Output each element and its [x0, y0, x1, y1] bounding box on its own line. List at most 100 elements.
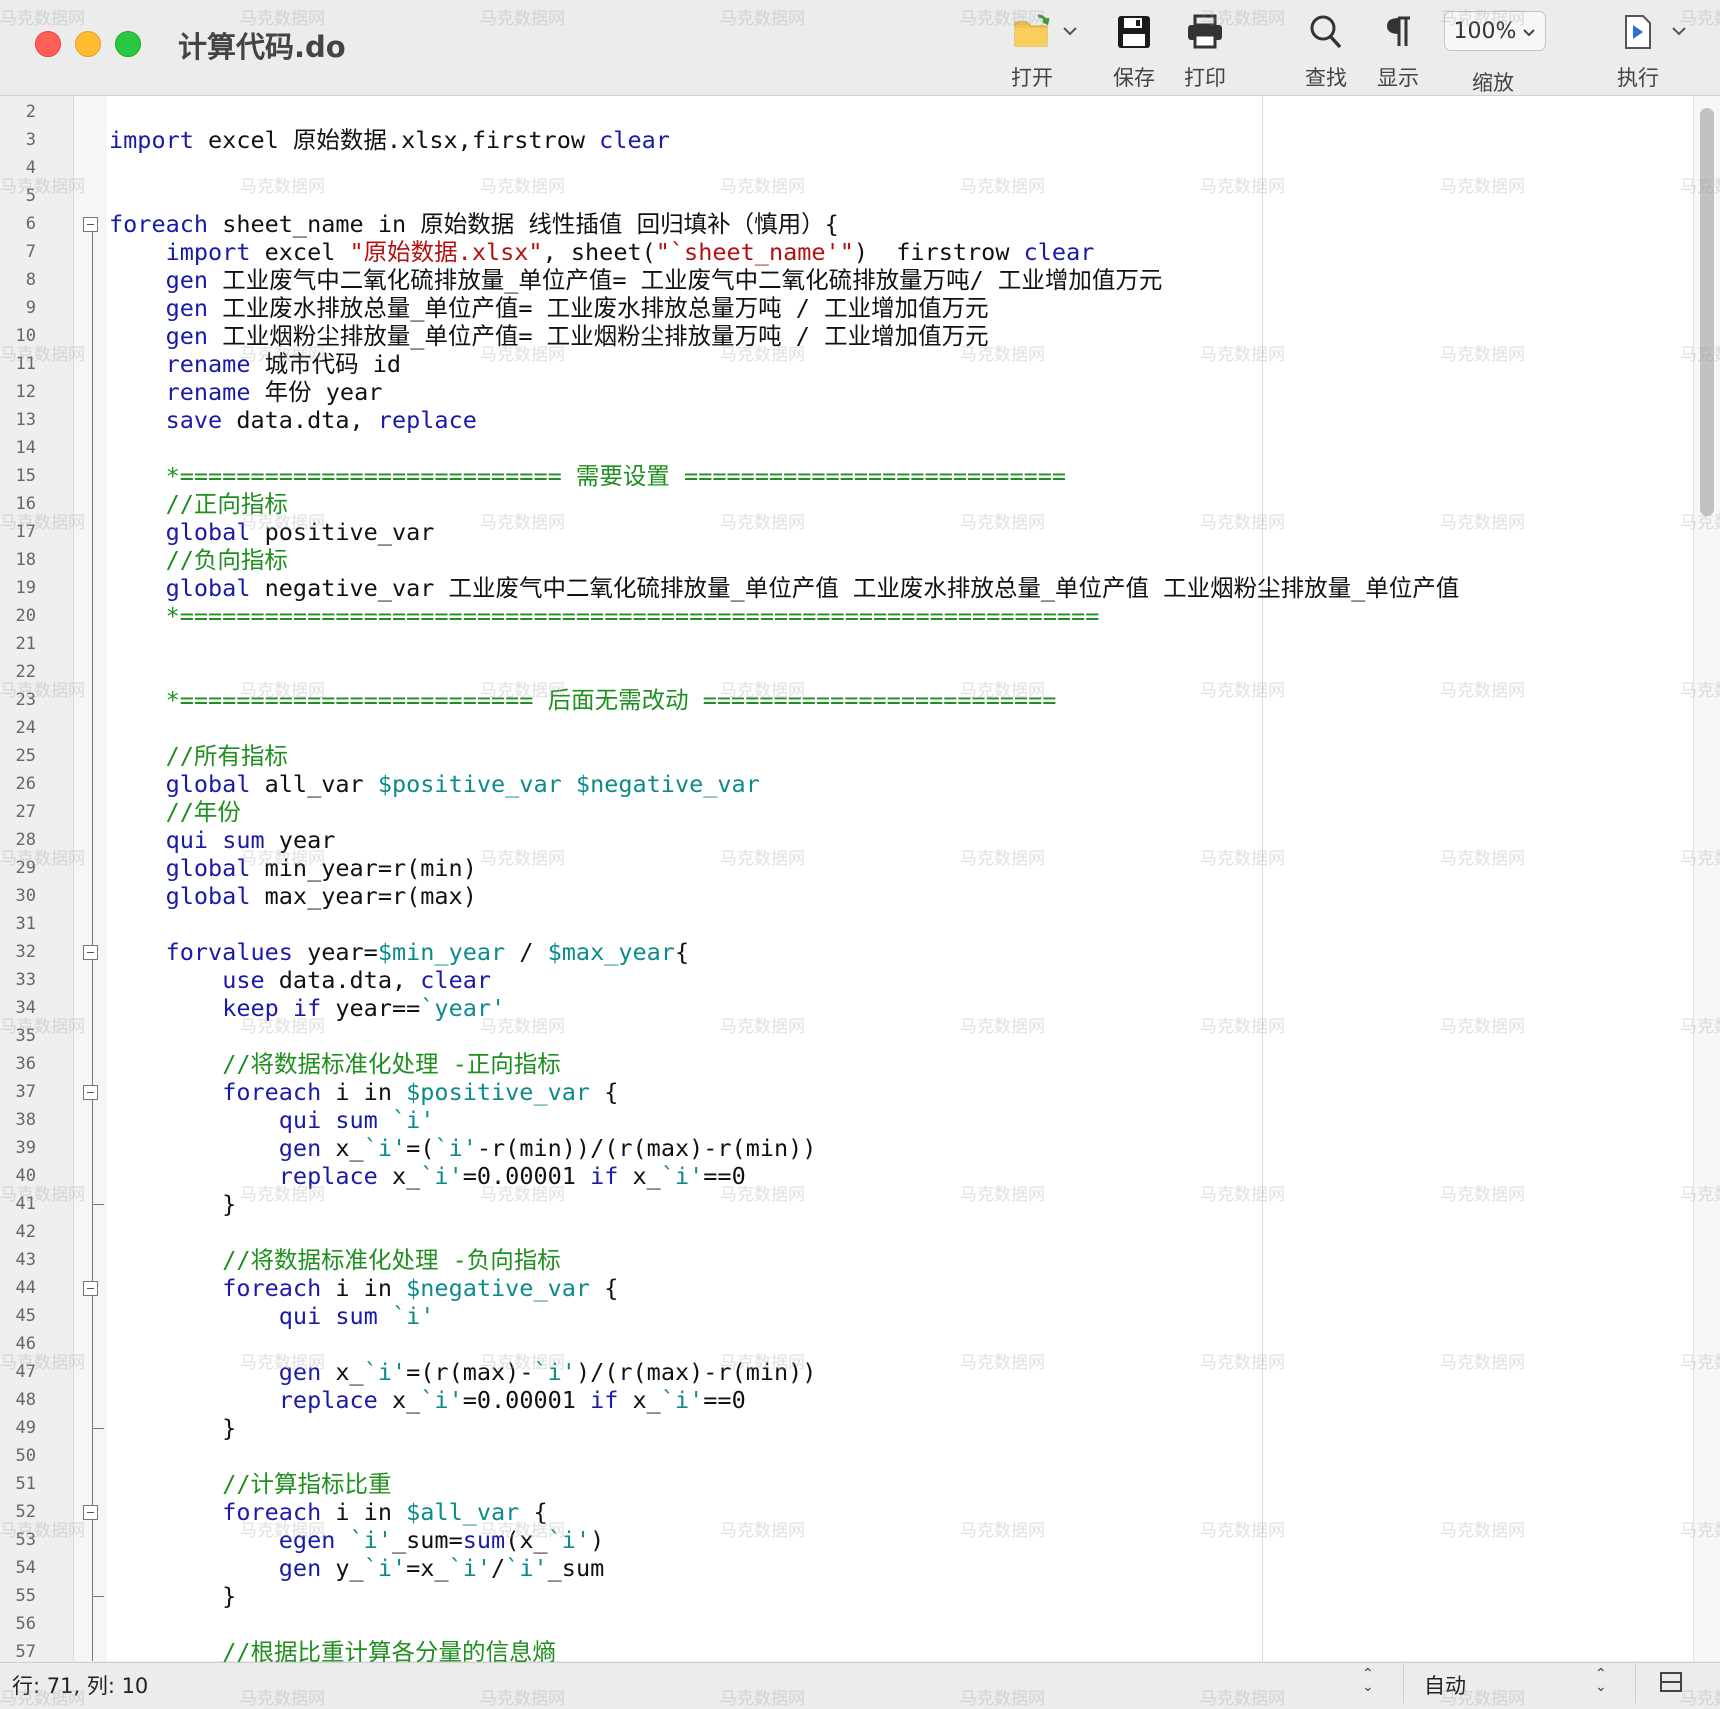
line-number: 44	[15, 1278, 36, 1298]
line-number: 51	[15, 1474, 36, 1494]
code-line[interactable]: //计算指标比重	[109, 1470, 391, 1498]
show-button[interactable]: 显示	[1358, 8, 1438, 92]
line-number: 10	[15, 326, 36, 346]
code-line[interactable]: save data.dta, replace	[109, 406, 477, 434]
status-bar: 行: 71, 列: 10 ⌃ ⌄ 自动 ⌃ ⌄	[0, 1662, 1720, 1703]
code-line[interactable]: //将数据标准化处理 -正向指标	[109, 1050, 561, 1078]
code-line[interactable]: global negative_var 工业废气中二氧化硫排放量_单位产值 工业…	[109, 574, 1460, 602]
line-number: 7	[25, 242, 36, 262]
code-line[interactable]: gen 工业烟粉尘排放量_单位产值= 工业烟粉尘排放量万吨 / 工业增加值万元	[109, 322, 989, 350]
line-number: 30	[15, 886, 36, 906]
code-line[interactable]: *=========================== 需要设置 ======…	[109, 462, 1066, 490]
line-number: 25	[15, 746, 36, 766]
vertical-scrollbar[interactable]	[1693, 96, 1720, 1661]
mode-up-down-arrows-icon[interactable]: ⌃ ⌄	[1595, 1667, 1607, 1694]
code-line[interactable]: //负向指标	[109, 546, 288, 574]
show-label: 显示	[1377, 66, 1419, 90]
line-number: 3	[25, 130, 36, 150]
fold-toggle-icon[interactable]	[83, 1281, 98, 1296]
code-line[interactable]: global min_year=r(min)	[109, 854, 477, 882]
code-line[interactable]: foreach sheet_name in 原始数据 线性插值 回归填补（慎用）…	[109, 210, 839, 238]
search-icon	[1286, 8, 1366, 56]
code-line[interactable]: gen 工业废水排放总量_单位产值= 工业废水排放总量万吨 / 工业增加值万元	[109, 294, 989, 322]
scrollbar-thumb[interactable]	[1700, 108, 1714, 516]
code-line[interactable]: foreach i in $all_var {	[109, 1498, 547, 1526]
line-number: 39	[15, 1138, 36, 1158]
fold-toggle-icon[interactable]	[83, 945, 98, 960]
code-line[interactable]: }	[109, 1190, 236, 1218]
code-line[interactable]: forvalues year=$min_year / $max_year{	[109, 938, 690, 966]
line-number: 26	[15, 774, 36, 794]
line-number: 31	[15, 914, 36, 934]
close-window-button[interactable]	[35, 31, 61, 57]
zoom-window-button[interactable]	[115, 31, 141, 57]
code-line[interactable]: foreach i in $negative_var {	[109, 1274, 618, 1302]
split-view-icon[interactable]	[1660, 1672, 1682, 1697]
fold-toggle-icon[interactable]	[83, 1085, 98, 1100]
save-disk-icon	[1094, 8, 1174, 56]
code-line[interactable]: gen x_`i'=(`i'-r(min))/(r(max)-r(min))	[109, 1134, 817, 1162]
code-line[interactable]: keep if year==`year'	[109, 994, 505, 1022]
code-line[interactable]: replace x_`i'=0.00001 if x_`i'==0	[109, 1162, 746, 1190]
code-line[interactable]: use data.dta, clear	[109, 966, 491, 994]
code-line[interactable]: //所有指标	[109, 742, 288, 770]
line-number: 48	[15, 1390, 36, 1410]
line-number: 20	[15, 606, 36, 626]
open-button[interactable]: 打开	[992, 8, 1072, 92]
find-button[interactable]: 查找	[1286, 8, 1366, 92]
line-number: 49	[15, 1418, 36, 1438]
open-dropdown-chevron-icon[interactable]	[1062, 22, 1078, 41]
printer-icon	[1165, 8, 1245, 56]
code-line[interactable]: gen x_`i'=(r(max)-`i')/(r(max)-r(min))	[109, 1358, 817, 1386]
print-button[interactable]: 打印	[1165, 8, 1245, 92]
execute-dropdown-chevron-icon[interactable]	[1671, 22, 1687, 41]
code-line[interactable]: gen 工业废气中二氧化硫排放量_单位产值= 工业废气中二氧化硫排放量万吨/ 工…	[109, 266, 1163, 294]
code-line[interactable]: global all_var $positive_var $negative_v…	[109, 770, 760, 798]
code-line[interactable]: import excel "原始数据.xlsx", sheet("`sheet_…	[109, 238, 1095, 266]
fold-toggle-icon[interactable]	[83, 1505, 98, 1520]
code-line[interactable]: qui sum `i'	[109, 1106, 435, 1134]
code-line[interactable]: gen y_`i'=x_`i'/`i'_sum	[109, 1554, 604, 1582]
zoom-select[interactable]: 100%	[1444, 11, 1546, 51]
code-line[interactable]: *========================= 后面无需改动 ======…	[109, 686, 1057, 714]
code-line[interactable]: foreach i in $positive_var {	[109, 1078, 618, 1106]
code-line[interactable]: *=======================================…	[109, 602, 1100, 630]
code-line[interactable]: qui sum `i'	[109, 1302, 435, 1330]
line-number: 34	[15, 998, 36, 1018]
code-line[interactable]: global max_year=r(max)	[109, 882, 477, 910]
code-line[interactable]: }	[109, 1582, 236, 1610]
code-line[interactable]: //将数据标准化处理 -负向指标	[109, 1246, 561, 1274]
code-line[interactable]: rename 城市代码 id	[109, 350, 401, 378]
language-mode-select[interactable]: 自动	[1424, 1670, 1466, 1700]
fold-toggle-icon[interactable]	[83, 217, 98, 232]
save-label: 保存	[1113, 66, 1155, 90]
code-line[interactable]: rename 年份 year	[109, 378, 383, 406]
minimize-window-button[interactable]	[75, 31, 101, 57]
code-line[interactable]: global positive_var	[109, 518, 435, 546]
line-number: 41	[15, 1194, 36, 1214]
line-number: 19	[15, 578, 36, 598]
line-number: 12	[15, 382, 36, 402]
code-line[interactable]: //正向指标	[109, 490, 288, 518]
fold-margin	[74, 96, 107, 1661]
code-line[interactable]: }	[109, 1414, 236, 1442]
line-number: 36	[15, 1054, 36, 1074]
code-line[interactable]: egen `i'_sum=sum(x_`i')	[109, 1526, 604, 1554]
line-number: 8	[25, 270, 36, 290]
line-number: 43	[15, 1250, 36, 1270]
code-line[interactable]: import excel 原始数据.xlsx,firstrow clear	[109, 126, 670, 154]
fold-end-marker	[92, 1204, 104, 1205]
save-button[interactable]: 保存	[1094, 8, 1174, 92]
line-number: 27	[15, 802, 36, 822]
folder-open-icon	[992, 8, 1072, 56]
line-number: 55	[15, 1586, 36, 1606]
up-down-arrows-icon[interactable]: ⌃ ⌄	[1362, 1667, 1374, 1694]
code-line[interactable]: qui sum year	[109, 826, 336, 854]
code-line[interactable]: replace x_`i'=0.00001 if x_`i'==0	[109, 1386, 746, 1414]
code-line[interactable]: //年份	[109, 798, 241, 826]
execute-button[interactable]: 执行	[1598, 8, 1678, 92]
line-number: 11	[15, 354, 36, 374]
line-number: 42	[15, 1222, 36, 1242]
code-editor[interactable]: 2 3 4 5 6 7 8 9 10 11 12 13 14 15 16 17 18 19 20 21 22 23 24 25…	[0, 96, 1720, 1694]
line-number: 2	[25, 102, 36, 122]
